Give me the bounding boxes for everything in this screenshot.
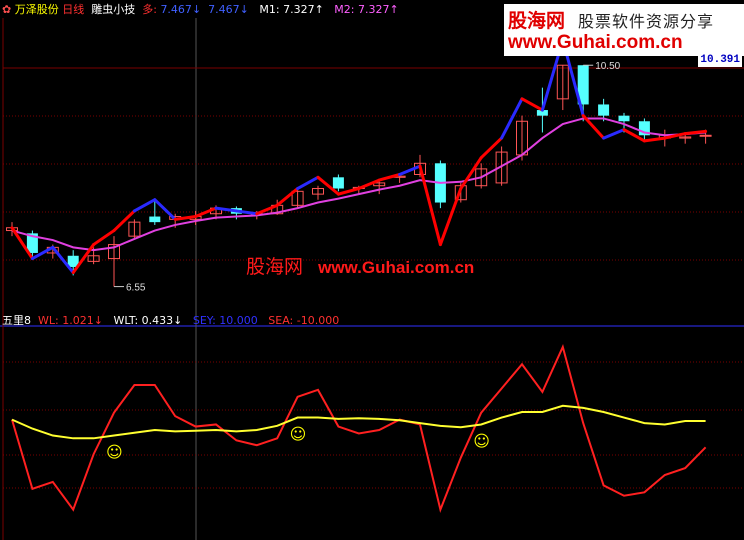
up-arrow-icon: ↑ xyxy=(389,3,399,16)
center-watermark: 股海网 www.Guhai.com.cn xyxy=(246,252,474,279)
sub-indicator-name[interactable]: 五里8 xyxy=(2,314,31,327)
watermark-slogan: 股票软件资源分享 xyxy=(578,12,715,31)
wl-label: WL: xyxy=(38,314,59,327)
duo-line-segment xyxy=(336,187,361,196)
duo-line-segment xyxy=(459,156,483,191)
wlt-label: WLT: xyxy=(113,314,139,327)
center-watermark-url: www.Guhai.com.cn xyxy=(318,258,475,277)
duo-line-segment xyxy=(479,136,504,160)
watermark-url: www.Guhai.com.cn xyxy=(508,32,683,53)
candle-body xyxy=(598,104,610,116)
duo-line-segment xyxy=(642,136,667,143)
sey-label: SEY: xyxy=(192,314,216,327)
candle-body xyxy=(149,216,161,223)
duo-line-segment xyxy=(112,209,136,233)
duo-line-segment xyxy=(132,198,157,213)
duo-line-segment xyxy=(398,164,422,177)
m1-value: 7.327 xyxy=(283,3,315,16)
duo-line-segment xyxy=(357,178,381,191)
m2-label: M2: xyxy=(334,3,355,16)
smiley-icon: ☺ xyxy=(473,431,490,450)
duo-line-segment xyxy=(153,198,177,221)
settings-icon[interactable]: ✿ xyxy=(2,3,11,16)
wlt-value: 0.433 xyxy=(141,314,174,327)
smiley-icon: ☺ xyxy=(290,425,307,444)
center-watermark-brand: 股海网 xyxy=(246,256,304,278)
wl-value: 1.021 xyxy=(62,314,94,327)
annotation-label: 6.55 xyxy=(126,283,146,294)
duo-line-segment xyxy=(92,229,116,247)
duo-line-segment xyxy=(500,97,524,140)
stock-name[interactable]: 万泽股份 xyxy=(15,3,59,16)
second-value: 7.467 xyxy=(208,3,240,16)
up-arrow-icon: ↑ xyxy=(314,3,324,16)
sub-header: 五里8 WL: 1.021↓, WLT: 0.433↓, SEY: 10.000… xyxy=(2,314,343,327)
duo-line-segment xyxy=(602,128,626,140)
down-arrow-icon: ↓ xyxy=(93,314,103,327)
duo-line-segment xyxy=(296,175,320,191)
wl-line xyxy=(11,343,707,513)
smiley-icon: ☺ xyxy=(106,443,123,462)
annotation-label: 10.50 xyxy=(595,61,620,72)
down-arrow-icon: ↓ xyxy=(173,314,183,327)
sey-value: 10.000 xyxy=(219,314,258,327)
period-label[interactable]: 日线 xyxy=(62,3,84,16)
duo-label: 多: xyxy=(142,3,157,16)
duo-line-segment xyxy=(520,97,544,112)
m1-label: M1: xyxy=(259,3,280,16)
sea-value: -10.000 xyxy=(296,314,340,327)
down-arrow-icon: ↓ xyxy=(191,3,202,16)
indicator-name[interactable]: 雕虫小技 xyxy=(91,3,135,16)
candle-body xyxy=(618,115,630,122)
candle-body xyxy=(332,177,344,189)
guhai-watermark[interactable]: 股海网 股票软件资源分享 www.Guhai.com.cn xyxy=(504,4,744,56)
sea-label: SEA: xyxy=(268,314,294,327)
down-arrow-icon: ↓ xyxy=(239,3,249,16)
candle-body xyxy=(699,134,712,137)
m2-value: 7.327 xyxy=(358,3,390,16)
main-header: ✿ 万泽股份 日线 雕虫小技 多: 7.467↓, 7.467↓, M1: 7.… xyxy=(2,3,399,16)
watermark-brand: 股海网 xyxy=(508,10,566,32)
duo-line-segment xyxy=(275,187,300,207)
duo-value: 7.467 xyxy=(160,3,192,16)
price-tag: 10.391 xyxy=(698,54,742,67)
